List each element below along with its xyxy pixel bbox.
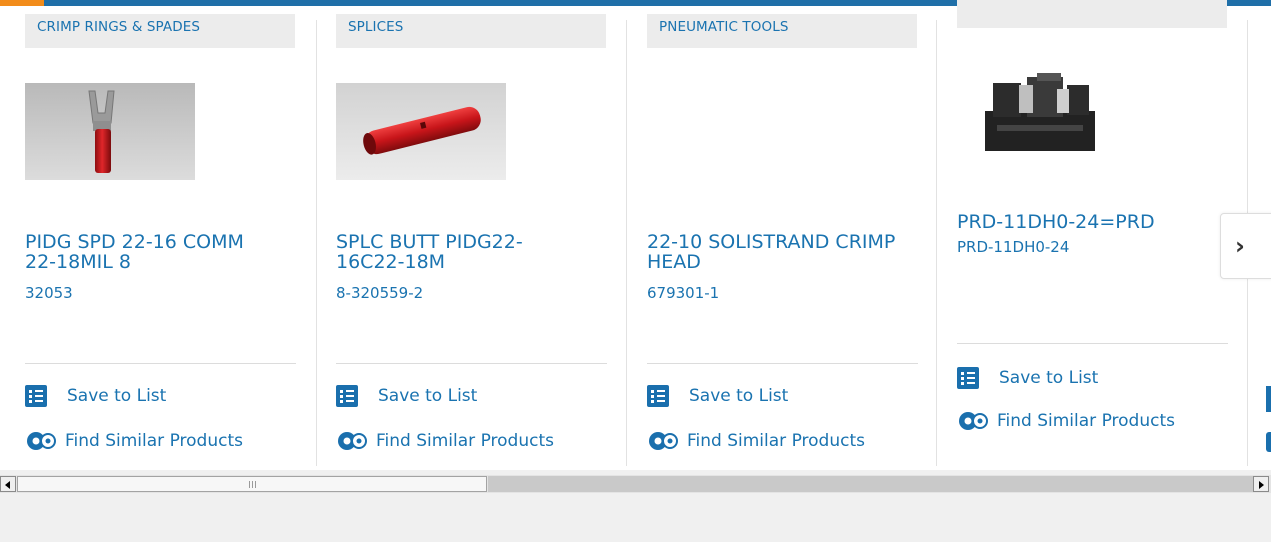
product-card: SPLICES SPLC BUTT PIDG22-16C22-18M 8-320… (336, 6, 608, 466)
find-similar-label: Find Similar Products (997, 411, 1175, 431)
gears-icon (338, 432, 367, 450)
category-label[interactable]: SPLICES (336, 14, 606, 48)
checklist-icon (25, 385, 47, 407)
divider-line (25, 363, 296, 364)
category-label[interactable]: PNEUMATIC TOOLS (647, 14, 917, 48)
part-number[interactable]: 32053 (25, 284, 73, 302)
scroll-thumb[interactable] (17, 476, 487, 492)
triangle-left-icon (5, 481, 10, 489)
save-to-list-label: Save to List (689, 386, 789, 406)
part-number[interactable]: 679301-1 (647, 284, 719, 302)
save-to-list-label: Save to List (999, 368, 1099, 388)
checklist-icon (957, 367, 979, 389)
carousel-next-button[interactable]: › (1220, 213, 1271, 279)
save-to-list-label: Save to List (67, 386, 167, 406)
product-title[interactable]: PIDG SPD 22-16 COMM 22-18MIL 8 (25, 232, 275, 272)
product-image-power-relay[interactable] (957, 63, 1127, 160)
product-card: PRD-11DH0-24=PRD PRD-11DH0-24 Save to Li… (957, 0, 1229, 446)
save-to-list-button[interactable]: Save to List (25, 385, 166, 407)
find-similar-label: Find Similar Products (687, 431, 865, 451)
category-label[interactable] (957, 0, 1227, 28)
product-title[interactable]: 22-10 SOLISTRAND CRIMP HEAD (647, 232, 897, 272)
gears-icon (959, 412, 988, 430)
find-similar-label: Find Similar Products (65, 431, 243, 451)
card-divider (936, 20, 937, 466)
product-carousel: CRIMP RINGS & SPADES PIDG SPD 22-16 COMM… (0, 0, 1271, 470)
checklist-icon (336, 385, 358, 407)
gears-icon (1266, 432, 1271, 452)
save-to-list-button[interactable]: Save to List (647, 385, 788, 407)
save-to-list-label: Save to List (378, 386, 478, 406)
chevron-right-icon: › (1235, 232, 1245, 260)
category-label[interactable]: CRIMP RINGS & SPADES (25, 14, 295, 48)
save-to-list-button[interactable]: Save to List (957, 367, 1098, 389)
scroll-left-button[interactable] (0, 476, 16, 492)
product-image-spade-terminal[interactable] (25, 83, 195, 180)
divider-line (647, 363, 918, 364)
product-title[interactable]: PRD-11DH0-24=PRD (957, 212, 1207, 232)
checklist-icon (647, 385, 669, 407)
triangle-right-icon (1259, 481, 1264, 489)
find-similar-button[interactable]: Find Similar Products (25, 430, 243, 452)
product-card: PNEUMATIC TOOLS 22-10 SOLISTRAND CRIMP H… (647, 6, 919, 466)
find-similar-button[interactable]: Find Similar Products (647, 430, 865, 452)
divider-line (336, 363, 607, 364)
scroll-right-button[interactable] (1253, 476, 1269, 492)
gears-icon (649, 432, 678, 450)
product-image-butt-splice[interactable] (336, 83, 506, 180)
save-to-list-button[interactable]: Save to List (336, 385, 477, 407)
divider-line (957, 343, 1228, 344)
find-similar-button[interactable]: Find Similar Products (336, 430, 554, 452)
part-number[interactable]: 8-320559-2 (336, 284, 423, 302)
find-similar-button[interactable]: Find Similar Products (957, 410, 1175, 432)
scroll-track[interactable] (488, 476, 1253, 492)
horizontal-scrollbar[interactable] (0, 475, 1271, 493)
card-divider (626, 20, 627, 466)
gears-icon (27, 432, 56, 450)
part-number[interactable]: PRD-11DH0-24 (957, 238, 1069, 256)
product-title[interactable]: SPLC BUTT PIDG22-16C22-18M (336, 232, 586, 272)
find-similar-label: Find Similar Products (376, 431, 554, 451)
product-card: CRIMP RINGS & SPADES PIDG SPD 22-16 COMM… (25, 6, 297, 466)
card-divider (316, 20, 317, 466)
checklist-icon (1266, 386, 1271, 412)
